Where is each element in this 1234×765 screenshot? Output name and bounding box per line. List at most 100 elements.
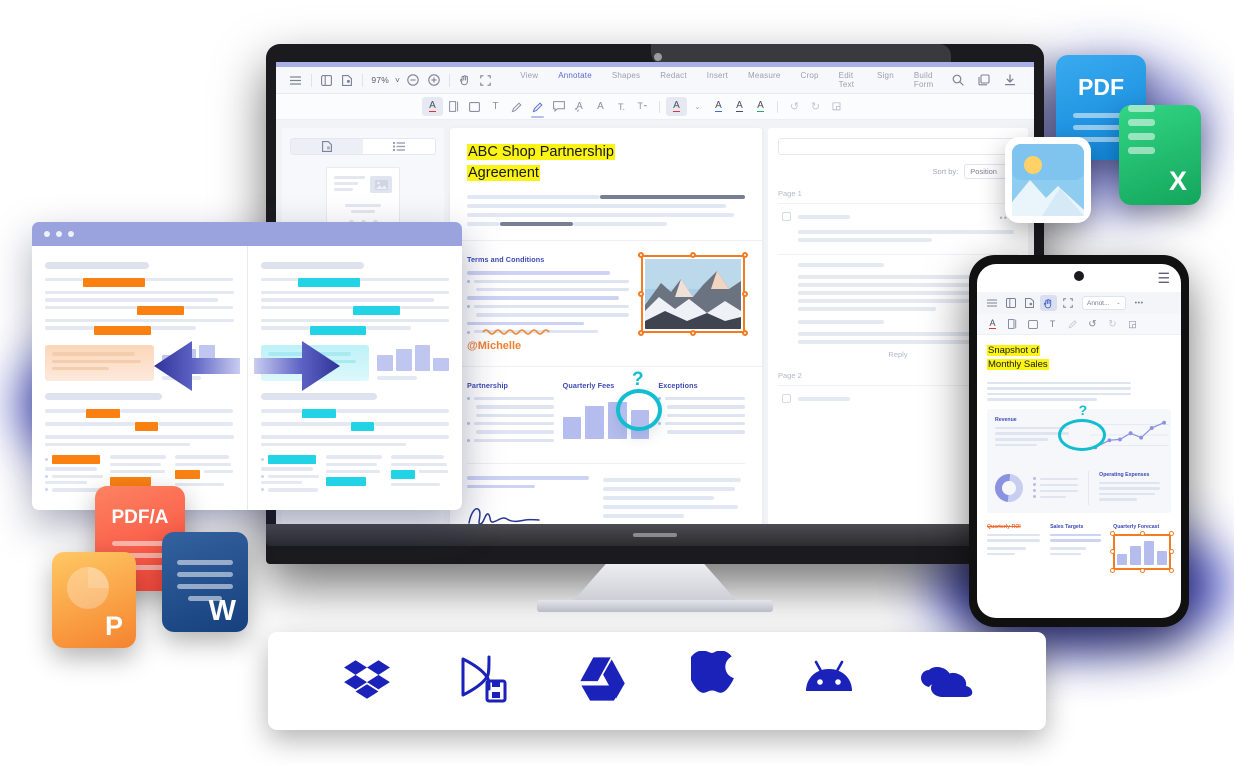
color-swatch-blue[interactable]: A [708,97,729,116]
document-compare-window[interactable] [32,222,462,510]
resize-handle-br[interactable] [1169,567,1174,573]
hamburger-icon[interactable] [285,71,306,89]
annotation-mode-select[interactable]: Annot... ⌄ [1082,296,1126,310]
tab-insert[interactable]: Insert [697,67,738,93]
pen-tool[interactable] [1064,316,1081,332]
resize-handle-mr[interactable] [1169,549,1174,555]
traffic-light-maximize[interactable] [68,231,74,237]
more-options-icon[interactable]: ••• [1131,295,1148,311]
strikethrough-tool[interactable]: A [590,97,611,116]
chevron-down-icon[interactable]: ˅ [395,75,400,85]
traffic-light-close[interactable] [44,231,50,237]
selected-image[interactable] [638,252,748,337]
resize-handle-tc[interactable] [1139,530,1145,536]
tab-build-form[interactable]: Build Form [904,67,947,93]
resize-handle-bl[interactable] [638,330,644,337]
phone-document[interactable]: Snapshot of Monthly Sales Revenue ? Oper… [977,335,1181,579]
image-file-icon[interactable] [1005,137,1091,223]
document-title: ABC Shop Partnership Agreement [467,142,745,183]
download-icon[interactable] [999,71,1021,89]
outline-list-icon[interactable] [363,139,435,154]
redo-icon[interactable]: ↻ [805,97,826,116]
hand-tool-icon[interactable] [1040,295,1057,311]
comment-checkbox[interactable] [782,212,791,221]
hand-tool-icon[interactable] [455,71,476,89]
pen-tool[interactable] [506,97,527,116]
page-view-icon[interactable] [337,71,358,89]
egnyte-icon[interactable] [457,653,513,710]
text-select-tool[interactable] [443,97,464,116]
compare-sync-arrows [154,341,340,391]
tab-annotate[interactable]: Annotate [548,67,602,93]
eraser-icon[interactable]: ◲ [826,97,847,116]
phone-camera [1074,271,1084,281]
tab-measure[interactable]: Measure [738,67,791,93]
tab-sign[interactable]: Sign [867,67,904,93]
marquee-select-icon[interactable] [1059,295,1076,311]
text-box-tool[interactable]: T [485,97,506,116]
resize-handle-bc[interactable] [1139,567,1145,573]
phone-label-forecast: Quarterly Forecast [1113,523,1160,530]
comment-tool[interactable] [548,97,569,116]
tab-redact[interactable]: Redact [650,67,697,93]
zoom-level-value[interactable]: 97% [371,75,389,85]
traffic-light-minimize[interactable] [56,231,62,237]
chevron-down-icon[interactable]: ⌄ [687,97,708,116]
comment-search-input[interactable] [778,138,1018,155]
rectangle-tool[interactable] [1024,316,1041,332]
comment-checkbox[interactable] [782,394,791,403]
apple-icon[interactable] [687,650,739,712]
tab-crop[interactable]: Crop [791,67,829,93]
comment-item[interactable]: ••• [778,203,1018,254]
resize-handle-tr[interactable] [742,252,748,259]
excel-file-icon[interactable]: X [1119,105,1201,205]
text-box-tool[interactable]: T [1044,316,1061,332]
onedrive-icon[interactable] [919,657,975,706]
android-icon[interactable] [802,657,856,706]
highlight-text-tool[interactable]: A [984,316,1001,332]
hamburger-icon[interactable]: ☰ [1157,270,1170,287]
dropbox-icon[interactable] [340,654,394,709]
word-file-icon[interactable]: W [162,532,248,632]
toolbar-divider [310,73,312,87]
text-replace-tool[interactable]: T⁃ [632,97,653,116]
redo-icon[interactable]: ↻ [1104,316,1121,332]
tab-view[interactable]: View [510,67,548,93]
resize-handle-bc[interactable] [690,330,696,337]
tab-edit-text[interactable]: Edit Text [829,67,867,93]
undo-icon[interactable]: ↺ [1084,316,1101,332]
toolbar-divider-3 [449,73,451,87]
rectangle-tool[interactable] [464,97,485,116]
powerpoint-file-icon[interactable]: P [52,552,136,648]
pie-glyph [67,567,109,609]
undo-icon[interactable]: ↺ [784,97,805,116]
eraser-icon[interactable]: ◲ [1124,316,1141,332]
google-drive-icon[interactable] [576,655,628,708]
document-page[interactable]: ABC Shop Partnership Agreement Terms and… [450,128,762,538]
color-swatch-green[interactable]: A [750,97,771,116]
search-icon[interactable] [947,71,969,89]
zoom-out-icon[interactable] [403,71,424,89]
zoom-in-icon[interactable] [424,71,445,89]
resize-handle-mr[interactable] [742,291,748,298]
highlighter-pen-tool[interactable] [527,97,548,118]
page-view-icon[interactable] [1021,295,1038,311]
resize-handle-br[interactable] [742,330,748,337]
sidebar-panel-icon[interactable] [316,71,337,89]
hamburger-icon[interactable] [983,295,1000,311]
copy-icon[interactable] [973,71,995,89]
resize-handle-bl[interactable] [1110,567,1116,573]
text-insert-tool[interactable]: T. [611,97,632,116]
selection-frame [641,255,745,334]
text-select-tool[interactable] [1004,316,1021,332]
sidebar-panel-icon[interactable] [1002,295,1019,311]
highlight-text-tool[interactable]: A [422,97,443,116]
color-swatch-red[interactable]: A [666,97,687,116]
marquee-select-icon[interactable] [476,71,497,89]
thumbnail-image-placeholder [370,176,392,193]
tab-shapes[interactable]: Shapes [602,67,650,93]
thumbnail-view-icon[interactable] [291,139,363,154]
color-swatch-dark[interactable]: A [729,97,750,116]
squiggly-underline-tool[interactable]: A ∿ [569,97,590,116]
resize-handle-tr[interactable] [1169,530,1174,536]
